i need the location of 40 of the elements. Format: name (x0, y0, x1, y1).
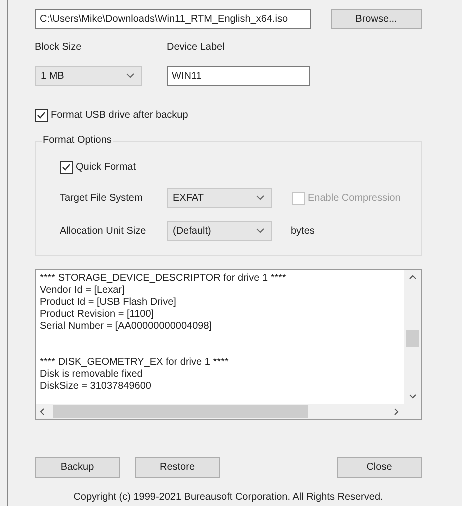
field-label: Allocation Unit Size (60, 226, 148, 236)
checkbox-label: Enable Compression (308, 192, 401, 204)
scroll-right-icon[interactable] (394, 408, 399, 416)
scroll-thumb[interactable] (406, 330, 419, 347)
log-line: **** DISK_GEOMETRY_EX for drive 1 **** (40, 357, 230, 369)
field-label: Device Label (167, 42, 225, 52)
chevron-icon (126, 73, 135, 79)
horizontal-scrollbar[interactable] (36, 404, 421, 419)
log-line: DiskSize = 31037849600 (40, 381, 152, 393)
field-label: Target File System (60, 192, 144, 204)
action-button[interactable]: Backup (35, 457, 120, 478)
block-size-dropdown[interactable]: 1 MB (35, 66, 142, 86)
log-line: **** STORAGE_DEVICE_DESCRIPTOR for drive 1 **** (40, 273, 288, 285)
log-line: Product Revision = [1100] (40, 309, 156, 321)
field-label: Block Size (35, 42, 83, 52)
checkbox[interactable] (35, 109, 48, 122)
scroll-down-icon[interactable] (408, 394, 416, 399)
scroll-left-icon[interactable] (40, 408, 45, 416)
log-line: Disk is removable fixed (40, 369, 144, 381)
device-label-field[interactable]: WIN11 (167, 66, 310, 86)
log-line: Product Id = [USB Flash Drive] (40, 297, 178, 309)
path-field[interactable]: C:\Users\Mike\Downloads\Win11_RTM_English_x64.iso (35, 9, 311, 29)
chevron-icon (256, 195, 265, 201)
checkbox-label: Format USB drive after backup (51, 110, 188, 121)
scroll-up-icon[interactable] (408, 275, 416, 280)
checkbox-label: Quick Format (76, 162, 136, 173)
log-line: Vendor Id = [Lexar] (40, 285, 126, 297)
vertical-scrollbar[interactable] (404, 270, 421, 404)
scroll-thumb[interactable] (53, 405, 308, 418)
chevron-icon (256, 228, 265, 234)
unit-label: bytes (291, 226, 315, 236)
close-button[interactable]: Close (337, 457, 422, 478)
allocation-size-dropdown[interactable]: (Default) (167, 221, 272, 241)
group-title: Format Options (42, 135, 113, 146)
checkbox[interactable] (60, 161, 73, 174)
copyright-text: Copyright (c) 1999-2021 Bureausoft Corporation. All Rights Reserved. (74, 492, 384, 503)
file-system-dropdown[interactable]: EXFAT (167, 188, 272, 208)
action-button[interactable]: Restore (135, 457, 220, 478)
browse-button[interactable]: Browse... (331, 9, 422, 29)
log-line: Serial Number = [AA00000000004098] (40, 321, 214, 333)
